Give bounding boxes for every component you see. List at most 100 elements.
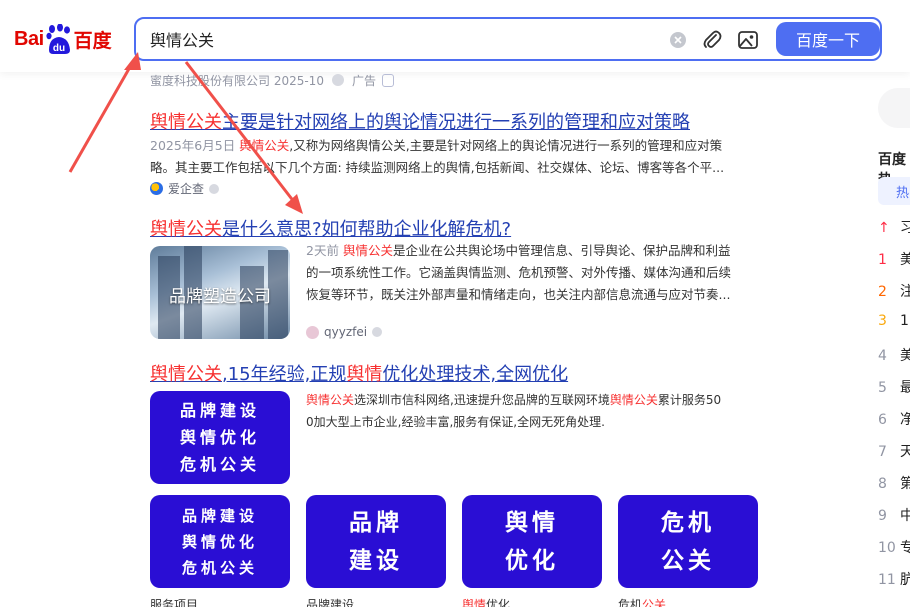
hot-tab-label: 热 — [896, 186, 910, 201]
tile-caption-service[interactable]: 服务项目 — [150, 596, 198, 607]
hot-item-text: 中 — [900, 508, 910, 524]
result-3-title-highlight: 舆情公关 — [150, 364, 222, 385]
search-input[interactable] — [150, 27, 650, 51]
tile-line: 品牌 — [349, 509, 403, 536]
caption-highlight: 舆情 — [462, 598, 487, 607]
hot-list-item[interactable]: ↑ 习 — [878, 217, 910, 237]
result-2-title[interactable]: 舆情公关是什么意思?如何帮助企业化解危机? — [150, 215, 511, 241]
tile-line: 优化 — [505, 547, 559, 574]
source-info-icon[interactable] — [372, 327, 383, 337]
result-3-snippet: 舆情公关选深圳市信科网络,迅速提升您品牌的互联网环境舆情公关累计服务50 0加大… — [306, 389, 756, 433]
hot-item-text: 美 — [900, 252, 910, 268]
result-1-date: 2025年6月5日 — [150, 138, 236, 153]
search-box: 百度一下 — [134, 17, 882, 61]
tile-sentiment-optimization[interactable]: 舆情 优化 — [462, 495, 602, 588]
search-button[interactable]: 百度一下 — [776, 22, 880, 56]
attachment-icon[interactable] — [702, 29, 722, 51]
hot-list-item[interactable]: 2注 — [878, 281, 910, 301]
result-3-snippet-highlight: 舆情公关 — [306, 393, 355, 407]
tile-caption-sentiment[interactable]: 舆情优化 — [462, 596, 510, 607]
result-1-source[interactable]: 爱企查 — [150, 180, 220, 197]
logo-du-text: du — [53, 43, 65, 54]
tile-crisis-pr[interactable]: 危机 公关 — [618, 495, 758, 588]
header-bar: Bai du 百度 舆情公关 百度一下 — [0, 0, 910, 72]
tile-line: 公关 — [661, 547, 715, 574]
hot-item-text: 美 — [900, 348, 910, 364]
rank-number: 8 — [878, 476, 887, 492]
ad-company[interactable]: 蜜度科技股份有限公司 2025-10 — [150, 72, 324, 89]
result-1-snippet-line1: ,又称为网络舆情公关,主要是针对网络上的舆论情况进行一系列的管理和应对策 — [289, 138, 723, 153]
result-1-snippet-line2: 略。其主要工作包括以下几个方面: 持续监测网络上的舆情,包括新闻、社交媒体、论坛… — [150, 160, 725, 175]
rank-number: 1 — [878, 252, 887, 268]
clear-icon[interactable] — [670, 32, 686, 48]
tile-line: 危机 — [661, 509, 715, 536]
result-1-snippet-highlight: 舆情公关 — [239, 138, 290, 153]
baidu-logo[interactable]: Bai du 百度 — [14, 22, 112, 56]
tile-brand-building[interactable]: 品牌 建设 — [306, 495, 446, 588]
image-search-icon[interactable] — [737, 30, 759, 50]
thumbnail-caption: 品牌塑造公司 — [169, 287, 271, 307]
hot-list-item[interactable]: 6净 — [878, 409, 910, 429]
result-2-snippet-line1: 是企业在公共舆论场中管理信息、引导舆论、保护品牌和利益 — [392, 243, 731, 258]
result-1-snippet: 2025年6月5日 舆情公关,又称为网络舆情公关,主要是针对网络上的舆论情况进行… — [150, 135, 750, 179]
result-3-title-highlight-2: 舆情 — [346, 364, 383, 385]
hot-list-item[interactable]: 31 — [878, 313, 910, 329]
result-2-snippet-highlight: 舆情公关 — [342, 243, 393, 258]
hot-list-item[interactable]: 9中 — [878, 505, 910, 525]
info-icon[interactable] — [331, 74, 344, 86]
rank-number: 2 — [878, 284, 887, 300]
result-3-snippet-mid: 选深圳市信科网络,迅速提升您品牌的互联网环境 — [354, 393, 610, 407]
hot-list-item[interactable]: 7天 — [878, 441, 910, 461]
hot-list-item[interactable]: 11 肮 — [878, 569, 910, 589]
logo-brand-text: 百度 — [73, 29, 112, 52]
result-3-snippet-highlight-2: 舆情公关 — [609, 393, 658, 407]
hot-list-item[interactable]: 5最 — [878, 377, 910, 397]
tile-caption-crisis[interactable]: 危机公关 — [618, 596, 666, 607]
paw-icon: du — [45, 23, 73, 54]
hot-item-text: 天 — [900, 444, 910, 460]
arrow-head — [285, 194, 303, 214]
hot-item-text: 专 — [900, 540, 910, 556]
result-1-title-rest: 主要是针对网络上的舆论情况进行一系列的管理和应对策略 — [222, 112, 690, 133]
sidebar-pill[interactable] — [878, 88, 910, 128]
tile-caption-brand[interactable]: 品牌建设 — [306, 596, 354, 607]
hot-list-item[interactable]: 4美 — [878, 345, 910, 365]
hot-list-item[interactable]: 8第 — [878, 473, 910, 493]
result-3-snippet-rest: 累计服务50 — [657, 393, 722, 407]
result-3-snippet-line2: 0加大型上市企业,经验丰富,服务有保证,全网无死角处理. — [306, 415, 605, 429]
hot-item-text: 肮 — [900, 572, 910, 588]
hot-item-text: 净 — [900, 412, 910, 428]
hot-item-text: 第 — [900, 476, 910, 492]
ad-label: 广告 — [351, 73, 376, 88]
result-2-source[interactable]: qyyzfei — [306, 325, 383, 339]
tile-line: 危机公关 — [181, 558, 258, 577]
result-2-snippet: 2天前 舆情公关是企业在公共舆论场中管理信息、引导舆论、保护品牌和利益 的一项系… — [306, 240, 756, 306]
aiqicha-icon — [150, 182, 163, 195]
caption-rest: 优化 — [486, 598, 511, 607]
result-1-title-highlight: 舆情公关 — [150, 112, 222, 133]
result-2-date: 2天前 — [306, 243, 339, 258]
hot-list-item[interactable]: 10 专 — [878, 537, 910, 557]
tile-line: 舆情优化 — [181, 532, 258, 551]
result-3-title-rest: 优化处理技术,全网优化 — [382, 364, 569, 385]
hot-item-text: 最 — [900, 380, 910, 396]
result-1-title[interactable]: 舆情公关主要是针对网络上的舆论情况进行一系列的管理和应对策略 — [150, 108, 690, 134]
rank-number: 4 — [878, 348, 887, 364]
tile-service-items[interactable]: 品牌建设 舆情优化 危机公关 — [150, 495, 290, 588]
tile-line: 品牌建设 — [181, 506, 258, 525]
hot-tab[interactable]: 热 — [878, 177, 910, 205]
result-3-title[interactable]: 舆情公关,15年经验,正规舆情优化处理技术,全网优化 — [150, 360, 568, 386]
hot-item-text: 注 — [900, 284, 910, 300]
rank-number: 7 — [878, 444, 887, 460]
ad-meta: 蜜度科技股份有限公司 2025-10 广告 — [150, 72, 394, 88]
source-info-icon[interactable] — [209, 183, 220, 194]
caption-highlight: 公关 — [642, 598, 667, 607]
pinned-icon: ↑ — [878, 220, 890, 236]
result-2-title-rest: 是什么意思?如何帮助企业化解危机? — [222, 219, 512, 240]
result-3-main-image[interactable]: 品牌建设 舆情优化 危机公关 — [150, 391, 290, 484]
result-3-title-mid: ,15年经验,正规 — [222, 364, 347, 385]
result-2-thumbnail[interactable]: 品牌塑造公司 — [150, 246, 290, 339]
rank-number: 10 — [878, 540, 896, 556]
hot-list-item[interactable]: 1美 — [878, 249, 910, 269]
shield-icon — [381, 73, 394, 87]
